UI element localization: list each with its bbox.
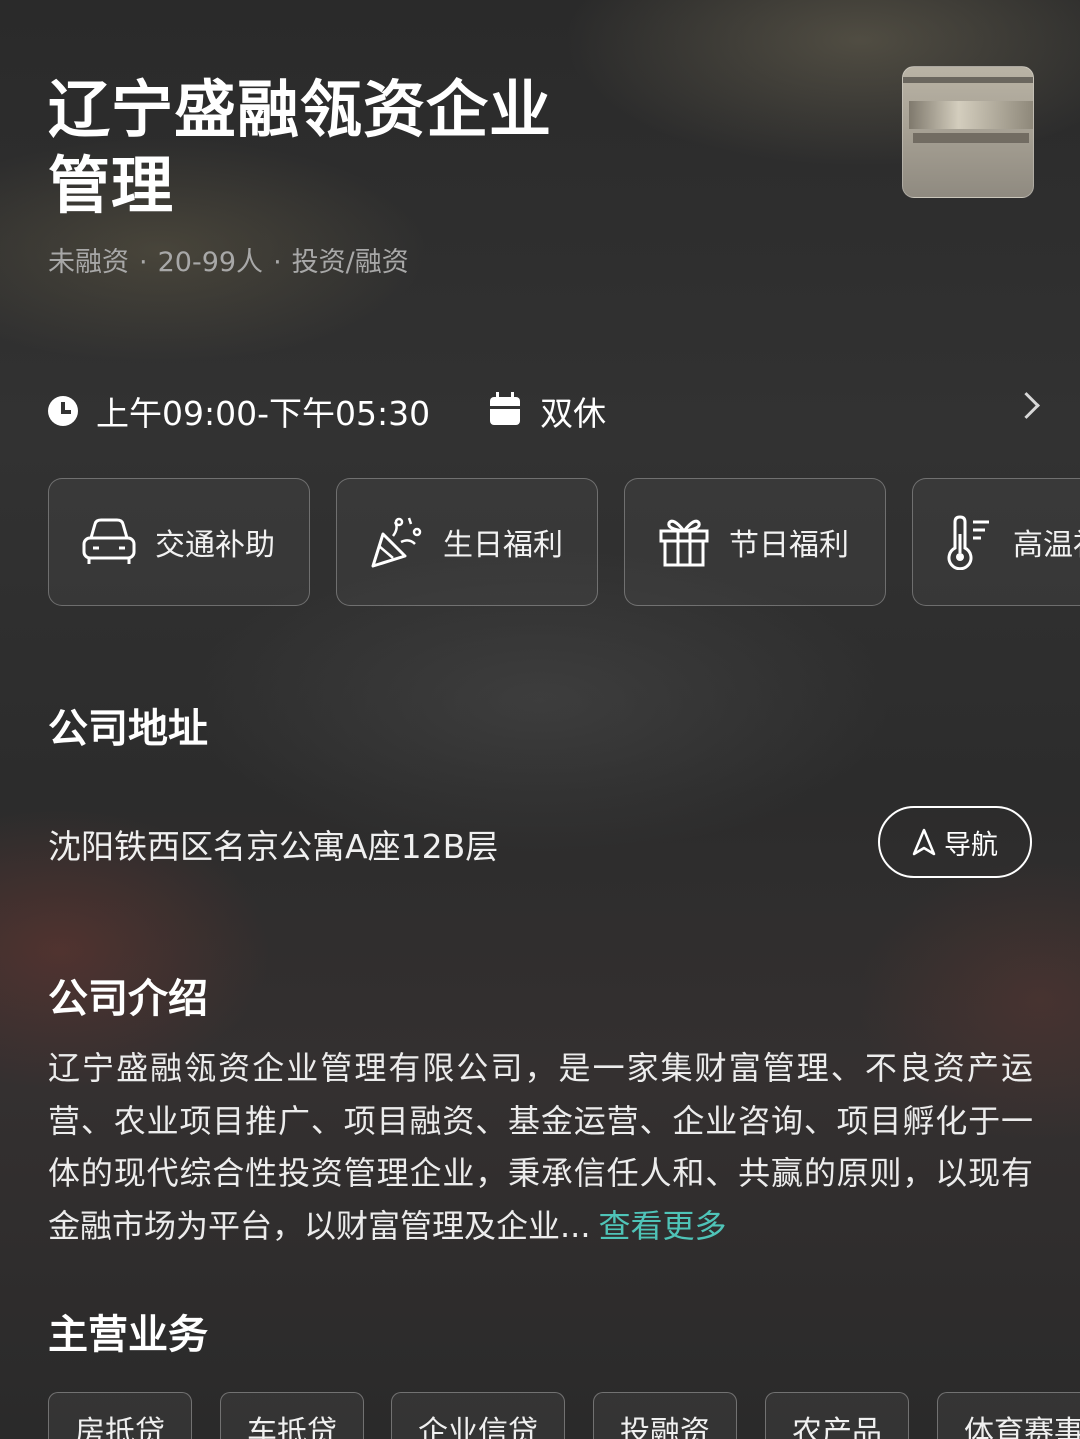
company-meta: 未融资 · 20-99人 · 投资/融资 [48, 240, 409, 279]
logo-sign-text [913, 133, 1029, 143]
welfare-item[interactable]: 高温补贴 [912, 478, 1080, 606]
thermometer-icon [947, 515, 989, 570]
welfare-label: 高温补贴 [1013, 528, 1080, 563]
welfare-item[interactable]: 交通补助 [48, 478, 310, 606]
business-tag[interactable]: 投融资 [593, 1392, 737, 1439]
car-icon [82, 518, 136, 564]
company-address: 沈阳铁西区名京公寓A座12B层 [48, 827, 499, 866]
navigate-label: 导航 [944, 829, 998, 861]
work-time-row[interactable]: 上午09:00-下午05:30 双休 [48, 386, 1040, 436]
business-tag[interactable]: 房抵贷 [48, 1392, 192, 1439]
logo-sign [909, 101, 1033, 129]
business-tag[interactable]: 农产品 [765, 1392, 909, 1439]
intro-text: 辽宁盛融瓴资企业管理有限公司，是一家集财富管理、不良资产运营、农业项目推广、项目… [48, 1049, 1033, 1245]
business-tag[interactable]: 企业信贷 [391, 1392, 565, 1439]
welfare-list[interactable]: 交通补助 生日福利 节日福利 高温 [48, 478, 1080, 608]
rest-schedule: 双休 [540, 394, 607, 433]
intro-section-title: 公司介绍 [48, 976, 208, 1022]
business-tag[interactable]: 车抵贷 [220, 1392, 364, 1439]
welfare-item[interactable]: 节日福利 [624, 478, 886, 606]
clock-icon [48, 396, 78, 426]
work-hours: 上午09:00-下午05:30 [96, 394, 431, 433]
company-size: 20-99人 [157, 247, 264, 278]
navigation-arrow-icon [912, 828, 936, 856]
welfare-label: 节日福利 [729, 528, 849, 563]
company-logo[interactable] [902, 66, 1034, 198]
calendar-icon [490, 392, 521, 425]
chevron-right-icon [1013, 392, 1040, 419]
business-section-title: 主营业务 [48, 1312, 208, 1358]
welfare-label: 交通补助 [155, 528, 275, 563]
logo-ceiling-line [903, 77, 1033, 83]
company-name: 辽宁盛融瓴资企业管理 [48, 73, 553, 222]
view-more-link[interactable]: 查看更多 [599, 1207, 727, 1245]
address-section-title: 公司地址 [48, 706, 208, 752]
party-popper-icon [371, 517, 422, 568]
financing-stage: 未融资 [48, 247, 129, 278]
company-intro: 辽宁盛融瓴资企业管理有限公司，是一家集财富管理、不良资产运营、农业项目推广、项目… [48, 1042, 1033, 1252]
welfare-item[interactable]: 生日福利 [336, 478, 598, 606]
business-tag[interactable]: 体育赛事 [937, 1392, 1080, 1439]
welfare-label: 生日福利 [443, 528, 563, 563]
company-industry: 投资/融资 [291, 247, 409, 278]
business-tag-list: 房抵贷 车抵贷 企业信贷 投融资 农产品 体育赛事 [48, 1392, 1080, 1439]
gift-icon [659, 519, 709, 567]
meta-separator: · [273, 247, 282, 278]
meta-separator: · [139, 247, 148, 278]
company-detail-page: 辽宁盛融瓴资企业管理 未融资 · 20-99人 · 投资/融资 上午09:00-下午05… [0, 0, 1080, 1439]
navigate-button[interactable]: 导航 [878, 806, 1032, 878]
